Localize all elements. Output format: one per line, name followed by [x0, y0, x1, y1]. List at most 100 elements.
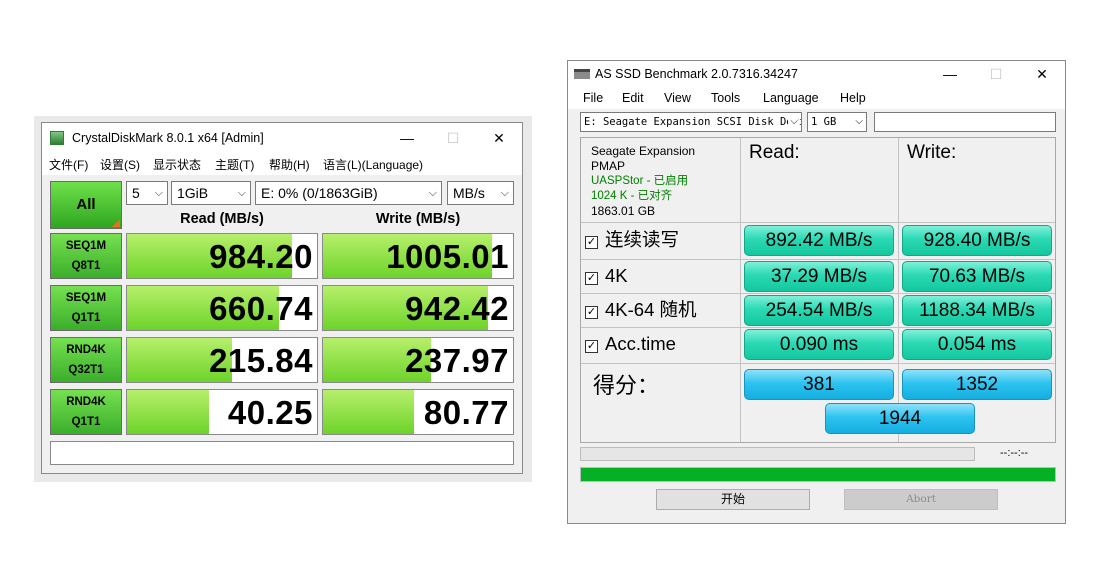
test-button-seq1m-q8t1[interactable]: SEQ1M Q8T1: [50, 233, 122, 279]
chevron-down-icon: ⌵: [500, 187, 509, 199]
menu-bar: File Edit View Tools Language Help: [568, 87, 1065, 109]
read-value: 215.84: [209, 342, 313, 379]
info-field[interactable]: [874, 112, 1056, 132]
write-header: Write:: [907, 142, 957, 163]
menu-language[interactable]: 语言(L)(Language): [323, 156, 423, 173]
test-label-line1: RND4K: [66, 396, 106, 408]
read-header: Read (MB/s): [180, 211, 264, 227]
menu-settings[interactable]: 设置(S): [100, 156, 140, 173]
drive-value: E: 0% (0/1863GiB): [261, 185, 378, 201]
menu-theme[interactable]: 主题(T): [215, 156, 254, 173]
checkbox-checked-icon[interactable]: ✓: [585, 340, 598, 353]
write-result-cell: 942.42: [322, 285, 514, 331]
score-read: 381: [744, 369, 894, 400]
test-label-line1: SEQ1M: [65, 240, 107, 252]
read-result: 892.42 MB/s: [744, 225, 894, 256]
write-result: 0.054 ms: [902, 329, 1052, 360]
menu-tools[interactable]: Tools: [711, 91, 740, 105]
divider: [740, 138, 741, 442]
write-value: 237.97: [405, 342, 509, 379]
chevron-down-icon: ⌵: [154, 187, 163, 199]
test-button-rnd4k-q32t1[interactable]: RND4K Q32T1: [50, 337, 122, 383]
size-select-value: 1 GB: [811, 116, 837, 128]
window-title: AS SSD Benchmark 2.0.7316.34247: [595, 67, 798, 81]
test-button-seq1m-q1t1[interactable]: SEQ1M Q1T1: [50, 285, 122, 331]
checkbox-checked-icon[interactable]: ✓: [585, 306, 598, 319]
results-panel: Seagate Expansion PMAP UASPStor - 已启用 10…: [580, 137, 1056, 443]
maximize-button[interactable]: ☐: [430, 123, 476, 153]
test-label-line2: Q1T1: [71, 312, 101, 324]
drive-model: Seagate Expansion: [591, 144, 696, 158]
total-progress-bar: [580, 467, 1056, 482]
test-button-rnd4k-q1t1[interactable]: RND4K Q1T1: [50, 389, 122, 435]
test-size-value: 1GiB: [177, 185, 209, 201]
abort-button[interactable]: Abort: [844, 489, 998, 510]
title-bar[interactable]: AS SSD Benchmark 2.0.7316.34247 — ☐ ✕: [568, 61, 1065, 87]
start-button[interactable]: 开始: [656, 489, 810, 510]
write-value: 1005.01: [386, 238, 509, 275]
test-label-line2: Q1T1: [71, 416, 101, 428]
test-count-value: 5: [132, 185, 140, 201]
test-label-line2: Q8T1: [71, 260, 101, 272]
read-header: Read:: [749, 142, 800, 163]
test-progress-bar: [580, 447, 975, 461]
crystaldiskmark-window: CrystalDiskMark 8.0.1 x64 [Admin] — ☐ ✕ …: [41, 122, 523, 474]
menu-display-status[interactable]: 显示状态: [153, 156, 201, 173]
read-value: 984.20: [209, 238, 313, 275]
menu-view[interactable]: View: [664, 91, 691, 105]
drive-info: Seagate Expansion PMAP UASPStor - 已启用 10…: [591, 144, 695, 219]
test-size-select[interactable]: 1GiB ⌵: [171, 181, 251, 205]
chevron-down-icon: ⌵: [428, 187, 437, 199]
read-value: 660.74: [209, 290, 313, 327]
read-result-cell: 215.84: [126, 337, 318, 383]
menu-file[interactable]: 文件(F): [49, 156, 88, 173]
write-result: 70.63 MB/s: [902, 261, 1052, 292]
size-select[interactable]: 1 GB ⌵: [807, 112, 867, 132]
read-result: 0.090 ms: [744, 329, 894, 360]
total-progress-fill: [581, 468, 1055, 481]
menu-help[interactable]: 帮助(H): [269, 156, 310, 173]
minimize-button[interactable]: —: [384, 123, 430, 153]
chevron-down-icon: ⌵: [853, 113, 863, 131]
close-button[interactable]: ✕: [1019, 61, 1065, 87]
test-label: 连续读写: [605, 229, 680, 250]
comment-input[interactable]: [50, 441, 514, 465]
disk-select-value: E: Seagate Expansion SCSI Disk Device: [584, 116, 802, 128]
all-button[interactable]: All: [50, 181, 122, 229]
elapsed-time: --:--:--: [1000, 447, 1029, 459]
unit-select[interactable]: MB/s ⌵: [447, 181, 514, 205]
menu-edit[interactable]: Edit: [622, 91, 644, 105]
minimize-button[interactable]: —: [927, 61, 973, 87]
checkbox-checked-icon[interactable]: ✓: [585, 272, 598, 285]
test-row-4k[interactable]: ✓ 4K: [585, 261, 628, 291]
close-button[interactable]: ✕: [476, 123, 522, 153]
test-count-select[interactable]: 5 ⌵: [126, 181, 168, 205]
driver-status: UASPStor - 已启用: [591, 175, 689, 187]
divider: [581, 363, 1055, 364]
checkbox-checked-icon[interactable]: ✓: [585, 236, 598, 249]
test-row-4k-64[interactable]: ✓ 4K-64 随机: [585, 295, 697, 325]
write-result: 928.40 MB/s: [902, 225, 1052, 256]
read-result-cell: 984.20: [126, 233, 318, 279]
title-bar[interactable]: CrystalDiskMark 8.0.1 x64 [Admin] — ☐ ✕: [42, 123, 522, 153]
read-result-cell: 660.74: [126, 285, 318, 331]
write-result-cell: 237.97: [322, 337, 514, 383]
write-header: Write (MB/s): [375, 211, 461, 227]
disk-select[interactable]: E: Seagate Expansion SCSI Disk Device ⌵: [580, 112, 802, 132]
drive-select[interactable]: E: 0% (0/1863GiB) ⌵: [255, 181, 442, 205]
test-row-sequential[interactable]: ✓ 连续读写: [585, 225, 679, 255]
write-value: 942.42: [405, 290, 509, 327]
write-bar: [323, 390, 415, 434]
read-result: 254.54 MB/s: [744, 295, 894, 326]
drive-capacity: 1863.01 GB: [591, 204, 656, 218]
score-total: 1944: [825, 403, 975, 434]
divider: [581, 222, 1055, 223]
menu-file[interactable]: File: [583, 91, 603, 105]
alignment-status: 1024 K - 已对齐: [591, 190, 673, 202]
menu-language[interactable]: Language: [763, 91, 819, 105]
maximize-button[interactable]: ☐: [973, 61, 1019, 87]
menu-help[interactable]: Help: [840, 91, 866, 105]
chevron-down-icon: ⌵: [237, 187, 246, 199]
unit-value: MB/s: [453, 185, 485, 201]
test-row-acc-time[interactable]: ✓ Acc.time: [585, 329, 676, 359]
